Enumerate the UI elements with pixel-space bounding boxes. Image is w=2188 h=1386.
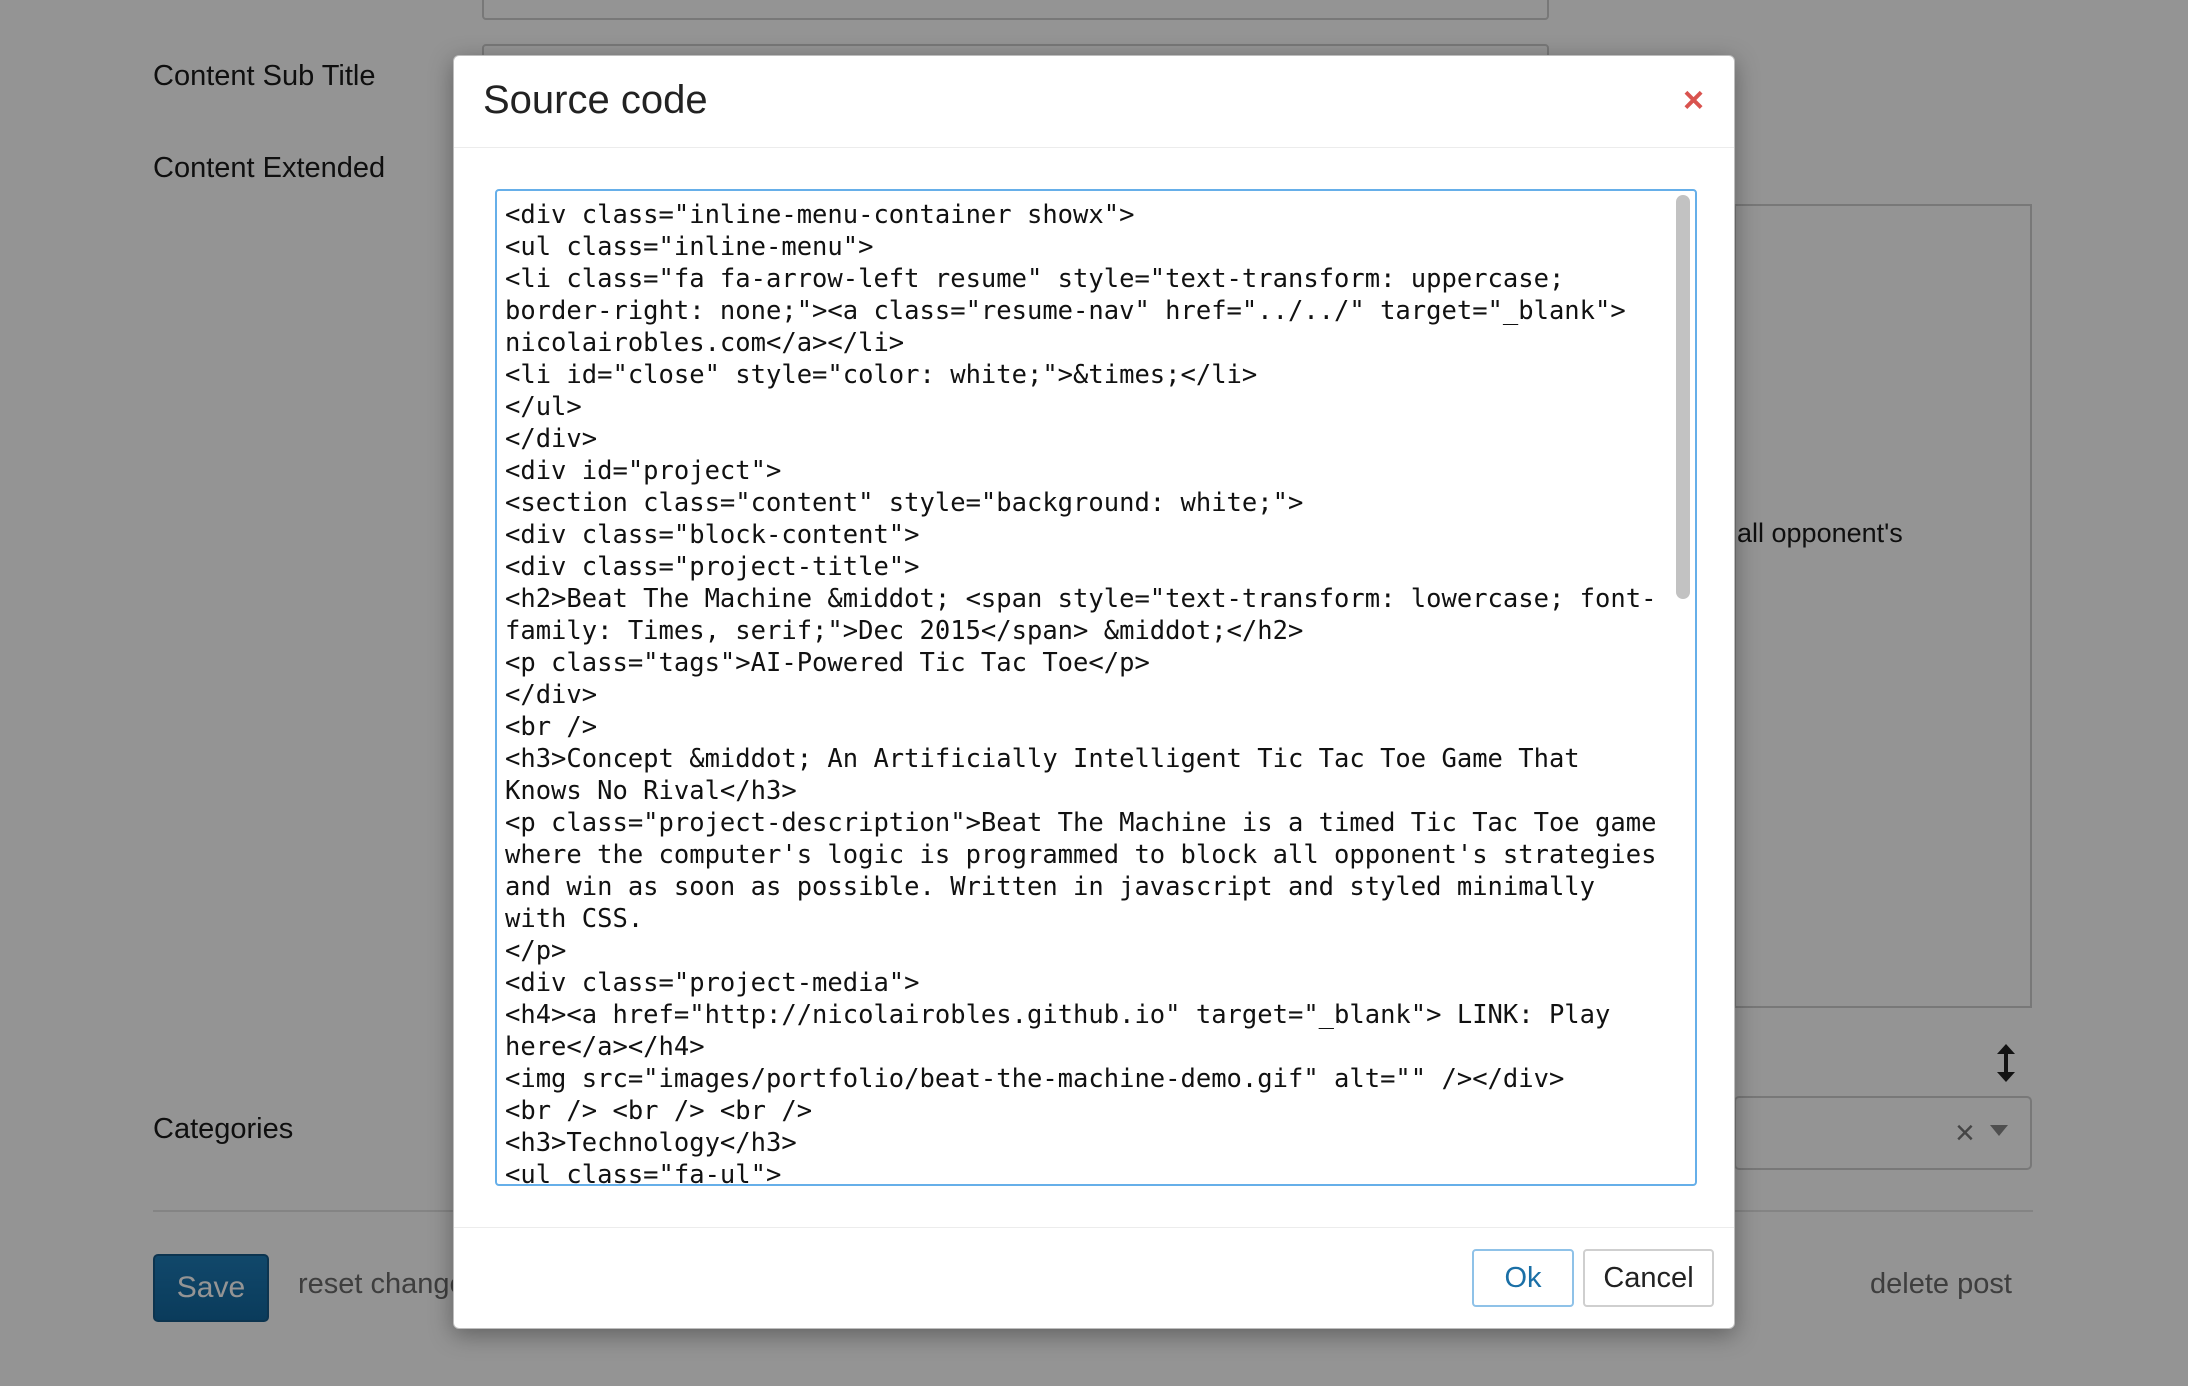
cancel-button[interactable]: Cancel [1583, 1249, 1714, 1307]
scrollbar-thumb[interactable] [1676, 195, 1690, 599]
source-code-dialog: Source code × <div class="inline-menu-co… [453, 55, 1735, 1329]
edit-post-page: Content Sub Title Content Extended all o… [0, 0, 2188, 1386]
dialog-title: Source code [483, 78, 708, 122]
source-code-textarea[interactable]: <div class="inline-menu-container showx"… [495, 189, 1697, 1186]
ok-button[interactable]: Ok [1472, 1249, 1574, 1307]
dialog-header: Source code × [454, 56, 1734, 148]
source-code-content[interactable]: <div class="inline-menu-container showx"… [505, 199, 1665, 1184]
close-icon[interactable]: × [1683, 82, 1704, 118]
